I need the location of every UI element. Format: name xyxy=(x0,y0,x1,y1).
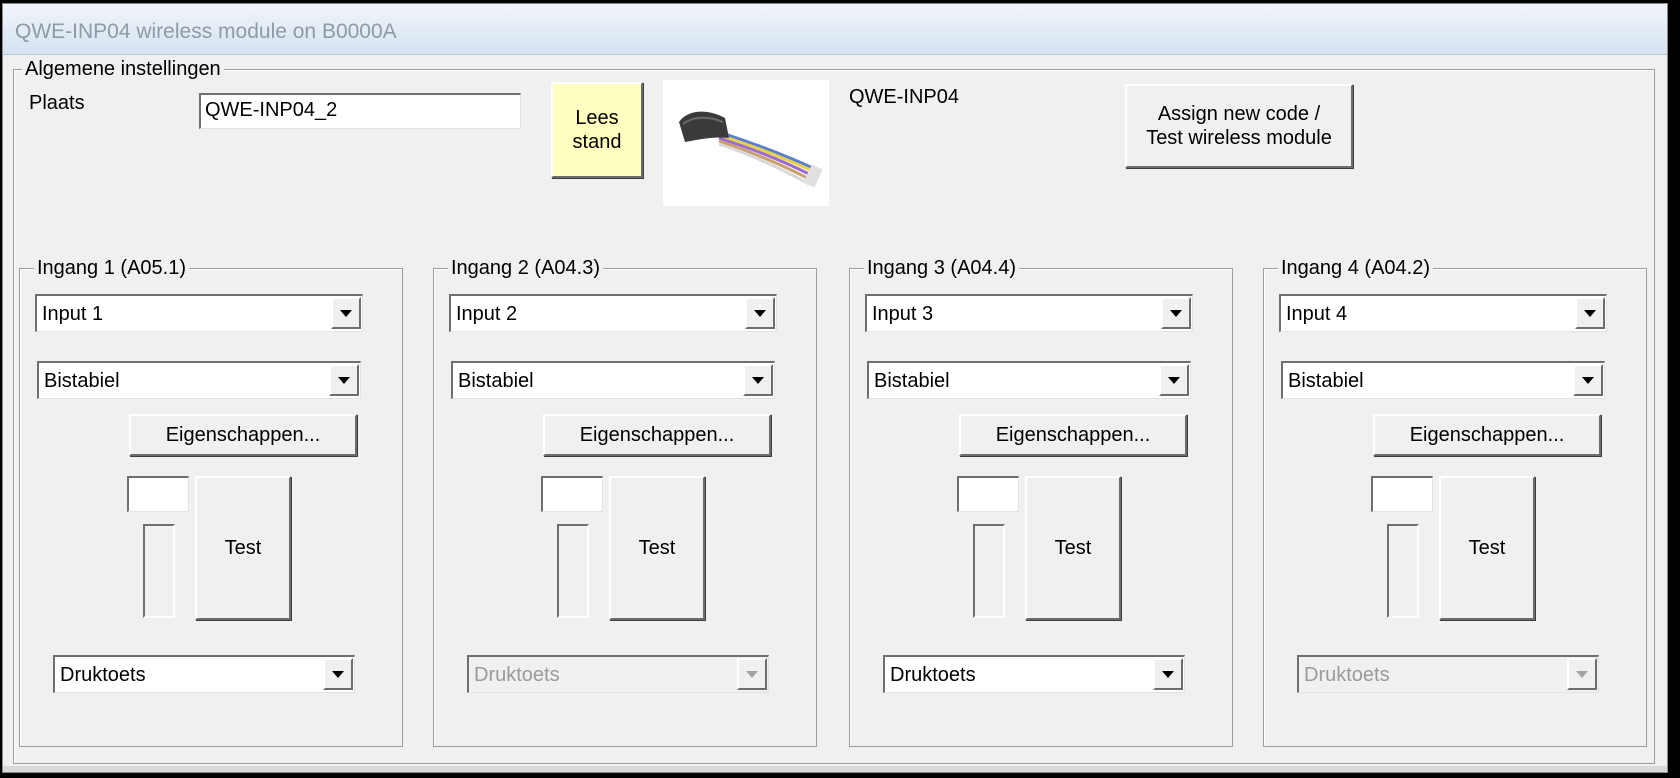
input-1-type-select[interactable]: Druktoets xyxy=(53,655,355,693)
chevron-down-icon[interactable] xyxy=(331,297,361,329)
input-group-4-legend: Ingang 4 (A04.2) xyxy=(1278,255,1433,281)
input-4-name-value: Input 4 xyxy=(1286,303,1348,325)
input-3-properties-button[interactable]: Eigenschappen... xyxy=(959,414,1187,456)
chevron-down-icon[interactable] xyxy=(1567,658,1597,690)
input-3-test-button[interactable]: Test xyxy=(1025,476,1121,620)
chevron-down-icon[interactable] xyxy=(1575,297,1605,329)
assign-code-button[interactable]: Assign new code / Test wireless module xyxy=(1125,84,1353,168)
input-1-status-indicator xyxy=(143,524,175,618)
input-3-mode-value: Bistabiel xyxy=(874,370,950,392)
chevron-down-icon[interactable] xyxy=(323,658,353,690)
chevron-down-icon[interactable] xyxy=(1153,658,1183,690)
input-2-name-value: Input 2 xyxy=(456,303,518,325)
input-4-name-select[interactable]: Input 4 xyxy=(1279,294,1607,332)
input-4-test-button[interactable]: Test xyxy=(1439,476,1535,620)
input-2-test-button[interactable]: Test xyxy=(609,476,705,620)
module-cable-image xyxy=(679,111,823,188)
chevron-down-icon[interactable] xyxy=(1573,364,1603,396)
input-2-properties-button[interactable]: Eigenschappen... xyxy=(543,414,771,456)
input-1-counter-field[interactable] xyxy=(127,476,189,512)
chevron-down-icon[interactable] xyxy=(743,364,773,396)
input-3-type-select[interactable]: Druktoets xyxy=(883,655,1185,693)
input-4-properties-button[interactable]: Eigenschappen... xyxy=(1373,414,1601,456)
input-1-test-button[interactable]: Test xyxy=(195,476,291,620)
input-2-counter-field[interactable] xyxy=(541,476,603,512)
location-label: Plaats xyxy=(29,92,85,114)
input-4-mode-select[interactable]: Bistabiel xyxy=(1281,361,1605,399)
input-group-2-legend: Ingang 2 (A04.3) xyxy=(448,255,603,281)
window-bottom-edge xyxy=(3,766,1667,772)
input-1-name-select[interactable]: Input 1 xyxy=(35,294,363,332)
input-2-status-indicator xyxy=(557,524,589,618)
read-status-button[interactable]: Lees stand xyxy=(551,82,643,178)
input-3-type-value: Druktoets xyxy=(890,664,976,686)
input-1-properties-button[interactable]: Eigenschappen... xyxy=(129,414,357,456)
input-1-name-value: Input 1 xyxy=(42,303,104,325)
chevron-down-icon[interactable] xyxy=(329,364,359,396)
module-window: QWE-INP04 wireless module on B0000A Alge… xyxy=(2,3,1668,773)
input-3-name-value: Input 3 xyxy=(872,303,934,325)
input-4-status-indicator xyxy=(1387,524,1419,618)
chevron-down-icon[interactable] xyxy=(1161,297,1191,329)
input-1-type-value: Druktoets xyxy=(60,664,146,686)
input-4-mode-value: Bistabiel xyxy=(1288,370,1364,392)
window-title: QWE-INP04 wireless module on B0000A xyxy=(15,20,397,43)
input-1-mode-value: Bistabiel xyxy=(44,370,120,392)
general-settings-legend: Algemene instellingen xyxy=(22,56,224,82)
input-4-counter-field[interactable] xyxy=(1371,476,1433,512)
input-2-type-value: Druktoets xyxy=(474,664,560,686)
input-2-mode-value: Bistabiel xyxy=(458,370,534,392)
location-input[interactable]: QWE-INP04_2 xyxy=(199,93,521,129)
chevron-down-icon[interactable] xyxy=(745,297,775,329)
title-bar[interactable]: QWE-INP04 wireless module on B0000A xyxy=(3,4,1667,55)
input-2-type-select[interactable]: Druktoets xyxy=(467,655,769,693)
input-2-mode-select[interactable]: Bistabiel xyxy=(451,361,775,399)
input-1-mode-select[interactable]: Bistabiel xyxy=(37,361,361,399)
input-2-name-select[interactable]: Input 2 xyxy=(449,294,777,332)
chevron-down-icon[interactable] xyxy=(737,658,767,690)
input-group-1-legend: Ingang 1 (A05.1) xyxy=(34,255,189,281)
input-3-status-indicator xyxy=(973,524,1005,618)
chevron-down-icon[interactable] xyxy=(1159,364,1189,396)
input-4-type-value: Druktoets xyxy=(1304,664,1390,686)
input-3-counter-field[interactable] xyxy=(957,476,1019,512)
module-name-label: QWE-INP04 xyxy=(849,86,960,108)
input-3-name-select[interactable]: Input 3 xyxy=(865,294,1193,332)
input-3-mode-select[interactable]: Bistabiel xyxy=(867,361,1191,399)
input-group-3-legend: Ingang 3 (A04.4) xyxy=(864,255,1019,281)
module-picture xyxy=(663,80,829,206)
input-4-type-select[interactable]: Druktoets xyxy=(1297,655,1599,693)
